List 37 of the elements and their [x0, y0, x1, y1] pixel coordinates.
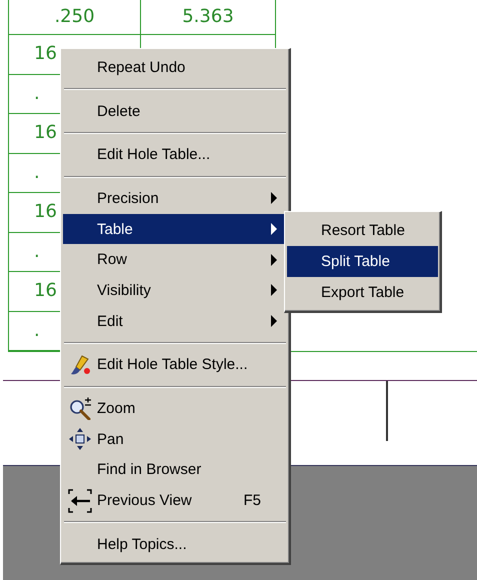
table-cell: .	[34, 84, 40, 104]
table-cell: 16	[34, 44, 57, 64]
table-cell: 5.363	[182, 7, 234, 27]
menu-item[interactable]: Find in Browser	[63, 454, 287, 486]
submenu-arrow-icon	[271, 284, 277, 296]
table-cell: 16	[34, 202, 57, 222]
pan-icon	[68, 427, 92, 452]
menu-item[interactable]: Visibility	[63, 275, 287, 306]
submenu-arrow-icon	[271, 315, 277, 328]
menu-item[interactable]: Export Table	[287, 277, 438, 308]
table-cell: 16	[34, 281, 57, 302]
menu-item[interactable]: Previous View F5	[63, 485, 287, 516]
table-cell: .	[34, 162, 40, 183]
zoom-icon	[68, 397, 92, 420]
menu-item[interactable]: Edit	[63, 306, 287, 336]
menu-item[interactable]: Resort Table	[287, 215, 438, 246]
menu-item[interactable]: Repeat Undo	[63, 52, 287, 83]
table-cell: 16	[34, 123, 57, 144]
menu-item[interactable]: Precision	[63, 183, 287, 214]
table-cell: .	[34, 242, 40, 262]
menu-item[interactable]: Edit Hole Table Style...	[63, 350, 287, 380]
menu-item[interactable]: Split Table	[287, 246, 438, 277]
brush-icon	[68, 354, 92, 376]
menu-item[interactable]: Pan	[63, 424, 287, 455]
menu-item[interactable]: Delete	[63, 96, 287, 126]
submenu-arrow-icon	[271, 192, 277, 204]
menu-item[interactable]: Zoom	[63, 393, 287, 424]
arrow-icon	[68, 488, 92, 513]
menu-item[interactable]: Table	[63, 214, 287, 244]
menu-item[interactable]: Edit Hole Table...	[63, 139, 287, 170]
shortcut-text: F5	[243, 492, 261, 510]
menu-item[interactable]: Row	[63, 244, 287, 276]
table-cell: .250	[54, 7, 95, 27]
submenu-arrow-icon	[271, 223, 277, 236]
submenu-arrow-icon	[271, 254, 277, 266]
table-cell: .	[34, 320, 40, 341]
menu-item[interactable]: Help Topics...	[63, 528, 287, 560]
